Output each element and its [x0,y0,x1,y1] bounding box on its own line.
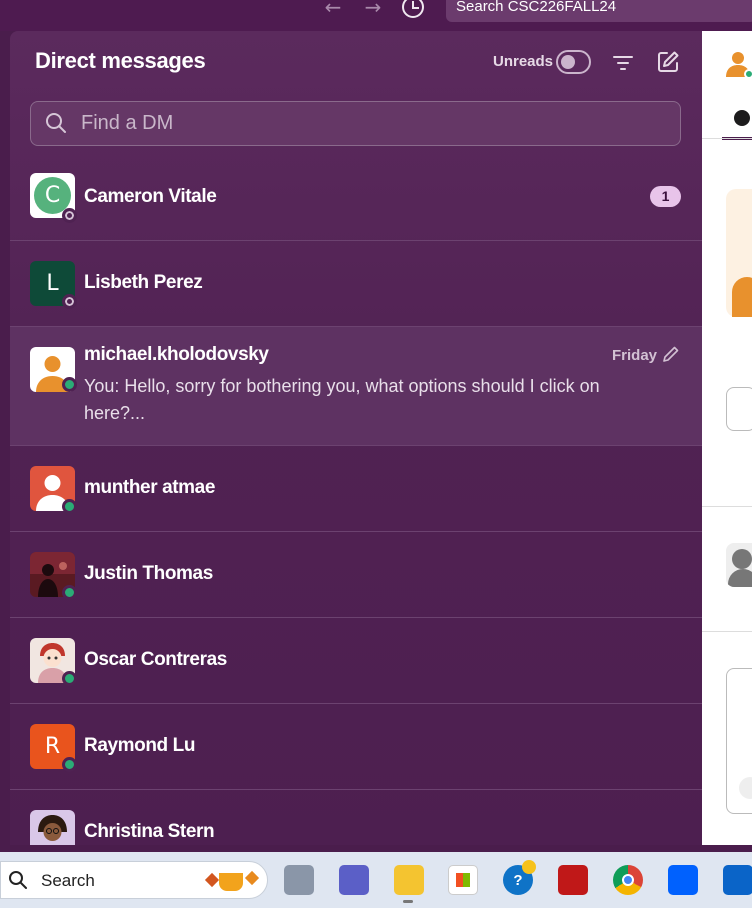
search-highlight-icon [204,867,260,895]
notification-dot [522,860,536,874]
teams-icon[interactable] [339,865,369,895]
view-profile-button[interactable] [726,387,752,431]
search-icon [46,113,66,133]
dm-message-preview: You: Hello, sorry for bothering you, wha… [84,376,600,423]
divider [702,506,752,507]
dm-row[interactable]: Oscar Contreras [10,618,702,704]
taskbar-search[interactable]: Search [0,861,268,899]
presence-away-icon [62,208,77,223]
direct-messages-panel: Direct messages Unreads C Cameron Vitale… [10,31,702,845]
user-profile-icon[interactable] [724,47,752,79]
add-attachment-button[interactable] [739,777,752,799]
unreads-toggle[interactable] [556,50,591,74]
dm-row[interactable]: Christina Stern [10,790,702,845]
dm-name: Lisbeth Perez [84,272,203,293]
intro-card [726,189,752,317]
filter-icon[interactable] [613,55,633,71]
chrome-icon[interactable] [613,865,643,895]
history-clock-icon[interactable] [402,0,424,18]
profile-illustration [732,277,752,317]
dm-name: Oscar Contreras [84,649,227,670]
dm-name: munther atmae [84,477,216,498]
back-arrow-icon[interactable]: ← [320,0,346,18]
presence-online-icon [62,757,77,772]
find-dm-search[interactable] [30,101,681,146]
pencil-draft-icon [663,346,679,362]
active-app-indicator [403,900,413,903]
toggle-knob [561,55,575,69]
dm-name: Christina Stern [84,821,215,842]
unread-badge: 1 [650,186,681,207]
message-icon [734,110,750,126]
dm-row[interactable]: munther atmae [10,446,702,532]
dm-name: michael.kholodovsky [84,344,269,365]
taskbar-search-label: Search [41,871,95,890]
workspace-search-input[interactable]: Search CSC226FALL24 [446,0,752,22]
divider [702,631,752,632]
mcafee-icon[interactable] [558,865,588,895]
dm-row[interactable]: Justin Thomas [10,532,702,618]
forward-arrow-icon[interactable]: → [360,0,386,18]
compose-icon[interactable] [656,50,680,74]
dm-name: Raymond Lu [84,735,196,756]
cartoon-avatar-icon [30,810,75,845]
divider [702,138,752,139]
unreads-label: Unreads [493,53,554,70]
page-title: Direct messages [35,48,206,73]
presence-online-icon [62,671,77,686]
message-composer[interactable] [726,668,752,814]
dm-name: Justin Thomas [84,563,213,584]
dm-name: Cameron Vitale [84,186,217,207]
presence-online-icon [62,499,77,514]
dm-row-active[interactable]: michael.kholodovsky Friday You: Hello, s… [10,327,702,446]
file-explorer-icon[interactable] [394,865,424,895]
find-dm-input[interactable] [81,102,641,145]
task-view-icon[interactable] [284,865,314,895]
dm-row[interactable]: L Lisbeth Perez [10,241,702,327]
avatar [30,810,75,845]
conversation-panel [702,31,752,845]
tab-messages[interactable] [722,107,752,140]
search-icon [9,871,27,889]
dm-row[interactable]: R Raymond Lu [10,704,702,790]
dm-list: C Cameron Vitale 1 L Lisbeth Perez micha [10,155,702,845]
dropbox-icon[interactable] [668,865,698,895]
presence-online-icon [62,585,77,600]
presence-away-icon [62,294,77,309]
avatar [726,543,752,587]
dm-row[interactable]: C Cameron Vitale 1 [10,155,702,241]
presence-online-icon [62,377,77,392]
title-bar: ← → Search CSC226FALL24 [0,0,752,31]
dm-timestamp: Friday [612,347,658,364]
outlook-icon[interactable] [723,865,752,895]
microsoft-store-icon[interactable] [448,865,478,895]
windows-taskbar: Search ? [0,852,752,908]
